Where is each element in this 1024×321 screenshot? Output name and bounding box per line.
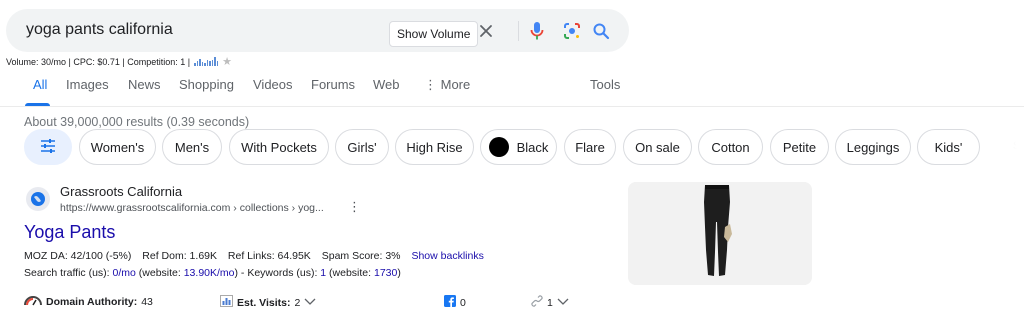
ref-links: Ref Links: 64.95K xyxy=(227,250,311,262)
search-query[interactable]: yoga pants california xyxy=(26,21,173,39)
tune-icon xyxy=(40,138,56,156)
trend-bar xyxy=(216,61,219,66)
website-prefix: (website: xyxy=(135,267,184,279)
seo-metrics: MOZ DA: 42/100 (-5%) Ref Dom: 1.69K Ref … xyxy=(24,250,492,262)
ref-dom: Ref Dom: 1.69K xyxy=(142,250,217,262)
more-vert-icon: ⋮ xyxy=(424,77,437,92)
trend-bar xyxy=(199,59,201,66)
site-favicon[interactable] xyxy=(26,187,50,211)
tools-button[interactable]: Tools xyxy=(590,77,620,92)
chip-kids[interactable]: Kids' xyxy=(917,129,980,165)
est-visits[interactable]: Est. Visits: 2 xyxy=(220,295,316,310)
chip-high-rise[interactable]: High Rise xyxy=(395,129,474,165)
website-traffic-link[interactable]: 13.90K/mo xyxy=(184,267,235,279)
trend-bar xyxy=(209,61,211,66)
tab-news[interactable]: News xyxy=(128,77,161,92)
results-stats: About 39,000,000 results (0.39 seconds) xyxy=(24,115,250,129)
trend-bar xyxy=(211,60,214,66)
clear-icon[interactable] xyxy=(475,20,497,42)
chip-petite[interactable]: Petite xyxy=(770,129,829,165)
show-backlinks-link[interactable]: Show backlinks xyxy=(411,250,483,262)
domain-authority: Domain Authority: 43 xyxy=(24,295,153,309)
color-swatch-black xyxy=(488,137,509,157)
chip-with-pockets[interactable]: With Pockets xyxy=(229,129,329,165)
tab-all[interactable]: All xyxy=(33,77,47,92)
traffic-suffix: ) xyxy=(397,267,401,279)
microphone-icon[interactable] xyxy=(526,20,548,42)
chevron-down-icon xyxy=(557,297,569,309)
filter-settings-button[interactable] xyxy=(24,129,72,165)
moz-da: MOZ DA: 42/100 (-5%) xyxy=(24,250,132,262)
chips-next-button[interactable] xyxy=(991,129,1024,165)
domain-authority-label: Domain Authority: xyxy=(46,296,138,308)
search-traffic-link[interactable]: 0/mo xyxy=(113,267,136,279)
yoga-pants-image xyxy=(628,182,812,285)
chip-black[interactable]: Black xyxy=(480,129,557,165)
tab-forums[interactable]: Forums xyxy=(311,77,355,92)
links-count[interactable]: 1 xyxy=(531,295,569,310)
chip-girls[interactable]: Girls' xyxy=(335,129,389,165)
result-metrics-row: Domain Authority: 43 Est. Visits: 2 0 1 xyxy=(24,295,624,311)
globe-icon xyxy=(31,192,45,206)
trend-bar xyxy=(206,60,209,66)
keywords-website-link[interactable]: 1730 xyxy=(374,267,397,279)
bar-chart-icon xyxy=(220,295,233,310)
search-nav: All Images News Shopping Videos Forums W… xyxy=(0,75,1024,107)
keywords-website-prefix: (website: xyxy=(326,267,374,279)
keywords-prefix: ) - Keywords (us): xyxy=(234,267,321,279)
active-tab-indicator xyxy=(25,103,50,106)
links-count-value: 1 xyxy=(547,296,553,309)
search-divider xyxy=(518,21,519,41)
google-lens-icon[interactable] xyxy=(561,20,583,42)
show-volume-button[interactable]: Show Volume xyxy=(389,21,479,47)
tab-shopping[interactable]: Shopping xyxy=(179,77,234,92)
trend-bar xyxy=(194,63,196,66)
chevron-down-icon xyxy=(304,297,316,309)
facebook-shares: 0 xyxy=(444,295,466,310)
result-thumbnail[interactable] xyxy=(628,182,812,285)
star-icon[interactable]: ★ xyxy=(222,55,232,68)
tab-images[interactable]: Images xyxy=(66,77,109,92)
search-bar[interactable]: yoga pants california Show Volume xyxy=(6,9,629,52)
chip-mens[interactable]: Men's xyxy=(162,129,222,165)
trend-bar xyxy=(204,63,206,66)
est-visits-value: 2 xyxy=(294,296,301,309)
filter-chips: Women's Men's With Pockets Girls' High R… xyxy=(24,129,1024,165)
trend-bar xyxy=(214,57,216,66)
keyword-info: Volume: 30/mo | CPC: $0.71 | Competition… xyxy=(6,55,232,68)
result-title-link[interactable]: Yoga Pants xyxy=(24,222,115,243)
more-options-icon[interactable]: ⋮ xyxy=(348,199,361,215)
chip-black-label: Black xyxy=(516,139,549,155)
tab-more-label: More xyxy=(440,77,471,92)
chip-flare[interactable]: Flare xyxy=(564,129,616,165)
chip-leggings[interactable]: Leggings xyxy=(835,129,911,165)
keyword-trend-chart xyxy=(194,57,219,66)
facebook-icon xyxy=(444,295,456,310)
tab-videos[interactable]: Videos xyxy=(253,77,293,92)
trend-bar xyxy=(196,61,199,66)
link-icon xyxy=(531,295,543,310)
chip-womens[interactable]: Women's xyxy=(79,129,156,165)
trend-bar xyxy=(201,62,204,66)
tab-web[interactable]: Web xyxy=(373,77,400,92)
search-icon[interactable] xyxy=(590,20,612,42)
chip-cotton[interactable]: Cotton xyxy=(698,129,763,165)
traffic-metrics: Search traffic (us): 0/mo (website: 13.9… xyxy=(24,267,401,279)
traffic-prefix: Search traffic (us): xyxy=(24,267,113,279)
result-site-name[interactable]: Grassroots California xyxy=(60,184,182,199)
tab-more[interactable]: ⋮ More xyxy=(424,77,470,93)
facebook-shares-value: 0 xyxy=(460,296,466,309)
chip-on-sale[interactable]: On sale xyxy=(623,129,692,165)
keyword-metrics-text: Volume: 30/mo | CPC: $0.71 | Competition… xyxy=(6,56,191,67)
spam-score: Spam Score: 3% xyxy=(321,250,401,262)
est-visits-label: Est. Visits: xyxy=(237,296,291,309)
gauge-icon xyxy=(24,295,42,309)
domain-authority-value: 43 xyxy=(141,296,153,308)
result-url[interactable]: https://www.grassrootscalifornia.com › c… xyxy=(60,202,324,214)
